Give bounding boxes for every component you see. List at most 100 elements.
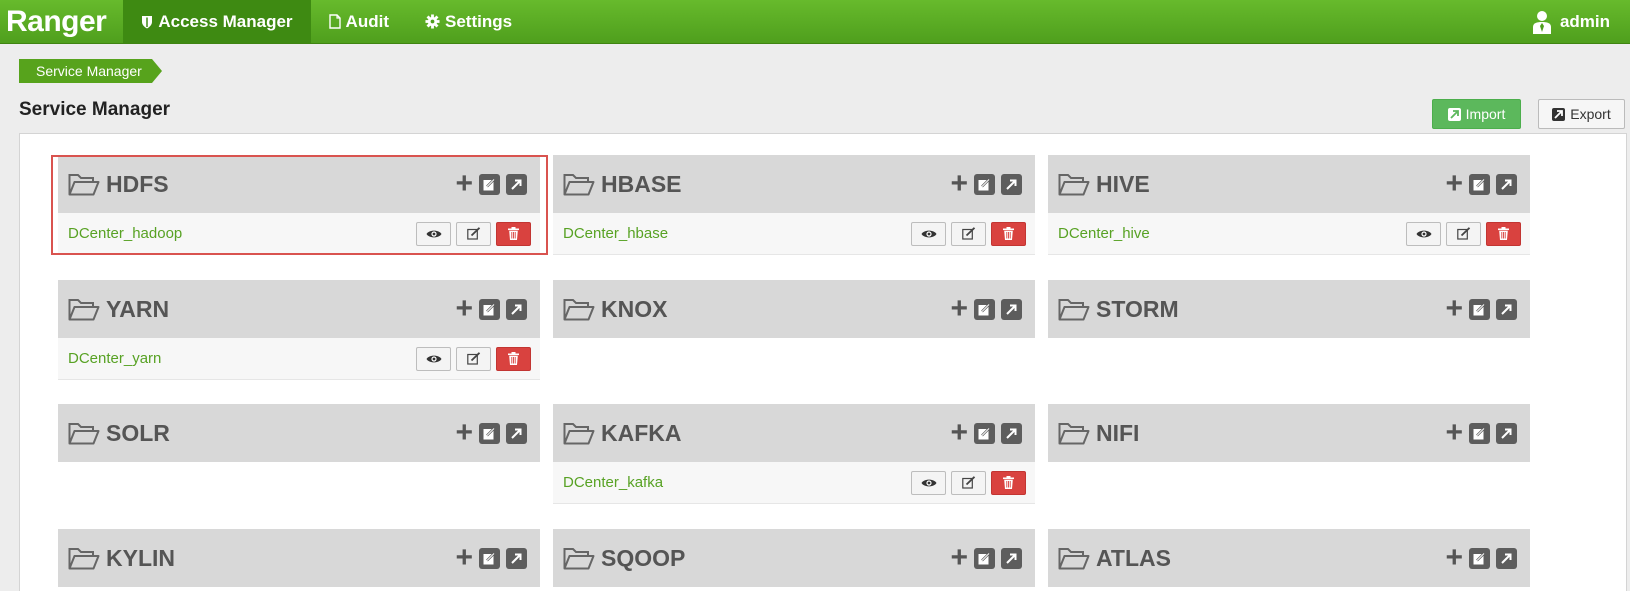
open-service-icon[interactable] <box>1496 547 1517 569</box>
add-service-icon[interactable]: + <box>1445 543 1463 573</box>
service-name: KYLIN <box>106 544 175 571</box>
add-service-icon[interactable]: + <box>455 294 473 324</box>
add-service-icon[interactable]: + <box>1445 418 1463 448</box>
service-repo-row: DCenter_kafka <box>553 462 1035 504</box>
service-card-knox: KNOX + <box>553 280 1035 338</box>
eye-icon <box>921 479 936 486</box>
repo-link[interactable]: DCenter_kafka <box>563 474 663 491</box>
service-card-kylin: KYLIN + <box>58 529 540 587</box>
edit-button[interactable] <box>456 221 491 246</box>
open-service-icon[interactable] <box>1496 173 1517 195</box>
edit-service-icon[interactable] <box>479 298 500 320</box>
open-service-icon[interactable] <box>1496 422 1517 444</box>
export-button[interactable]: Export <box>1538 99 1625 129</box>
user-icon <box>1532 10 1551 34</box>
folder-open-icon <box>1058 174 1090 196</box>
eye-icon <box>426 230 441 237</box>
nav-audit[interactable]: Audit <box>311 0 407 43</box>
edit-service-icon[interactable] <box>974 298 995 320</box>
import-button[interactable]: Import <box>1432 99 1521 129</box>
folder-open-icon <box>68 548 100 570</box>
add-service-icon[interactable]: + <box>455 418 473 448</box>
folder-open-icon <box>68 299 100 321</box>
edit-button[interactable] <box>1446 221 1481 246</box>
view-button[interactable] <box>911 221 946 246</box>
service-card-header: STORM + <box>1048 280 1530 338</box>
edit-service-icon[interactable] <box>1469 298 1490 320</box>
service-card-header: NIFI + <box>1048 404 1530 462</box>
brand-logo[interactable]: Ranger <box>0 0 123 43</box>
repo-link[interactable]: DCenter_yarn <box>68 350 161 367</box>
breadcrumb: Service Manager <box>19 59 162 83</box>
open-service-icon[interactable] <box>1001 298 1022 320</box>
edit-service-icon[interactable] <box>1469 173 1490 195</box>
delete-button[interactable] <box>991 221 1026 246</box>
edit-service-icon[interactable] <box>479 173 500 195</box>
service-card-header: SOLR + <box>58 404 540 462</box>
open-service-icon[interactable] <box>506 298 527 320</box>
add-service-icon[interactable]: + <box>950 418 968 448</box>
nav-access-manager-label: Access Manager <box>158 11 293 31</box>
folder-open-icon <box>68 174 100 196</box>
edit-button[interactable] <box>951 221 986 246</box>
open-service-icon[interactable] <box>1001 173 1022 195</box>
folder-open-icon <box>563 174 595 196</box>
delete-button[interactable] <box>496 346 531 371</box>
service-card-header: SQOOP + <box>553 529 1035 587</box>
folder-open-icon <box>1058 548 1090 570</box>
shield-icon <box>142 15 153 28</box>
view-button[interactable] <box>416 346 451 371</box>
open-service-icon[interactable] <box>1001 547 1022 569</box>
edit-service-icon[interactable] <box>1469 547 1490 569</box>
view-button[interactable] <box>911 470 946 495</box>
edit-icon <box>961 227 975 240</box>
trash-icon <box>1003 227 1014 240</box>
edit-button[interactable] <box>456 346 491 371</box>
add-service-icon[interactable]: + <box>950 543 968 573</box>
folder-open-icon <box>563 299 595 321</box>
open-service-icon[interactable] <box>1001 422 1022 444</box>
repo-link[interactable]: DCenter_hadoop <box>68 225 182 242</box>
service-name: SQOOP <box>601 544 686 571</box>
edit-service-icon[interactable] <box>974 173 995 195</box>
edit-service-icon[interactable] <box>974 422 995 444</box>
repo-link[interactable]: DCenter_hbase <box>563 225 668 242</box>
open-service-icon[interactable] <box>506 422 527 444</box>
folder-open-icon <box>1058 299 1090 321</box>
nav-settings[interactable]: Settings <box>407 0 530 43</box>
delete-button[interactable] <box>1486 221 1521 246</box>
view-button[interactable] <box>1406 221 1441 246</box>
nav-access-manager[interactable]: Access Manager <box>123 0 311 43</box>
add-service-icon[interactable]: + <box>455 543 473 573</box>
edit-service-icon[interactable] <box>479 547 500 569</box>
add-service-icon[interactable]: + <box>950 294 968 324</box>
open-service-icon[interactable] <box>506 173 527 195</box>
breadcrumb-service-manager[interactable]: Service Manager <box>19 59 162 83</box>
user-menu[interactable]: admin <box>1532 0 1630 43</box>
export-label: Export <box>1570 106 1611 122</box>
service-card-header: KYLIN + <box>58 529 540 587</box>
delete-button[interactable] <box>991 470 1026 495</box>
edit-service-icon[interactable] <box>479 422 500 444</box>
open-service-icon[interactable] <box>506 547 527 569</box>
edit-service-icon[interactable] <box>974 547 995 569</box>
service-card-header: YARN + <box>58 280 540 338</box>
service-card-header: HBASE + <box>553 155 1035 213</box>
service-name: STORM <box>1096 295 1179 322</box>
service-name: ATLAS <box>1096 544 1171 571</box>
edit-service-icon[interactable] <box>1469 422 1490 444</box>
add-service-icon[interactable]: + <box>1445 169 1463 199</box>
service-card-kafka: KAFKA + DCenter_kafka <box>553 404 1035 504</box>
add-service-icon[interactable]: + <box>1445 294 1463 324</box>
add-service-icon[interactable]: + <box>950 169 968 199</box>
repo-link[interactable]: DCenter_hive <box>1058 225 1150 242</box>
view-button[interactable] <box>416 221 451 246</box>
eye-icon <box>1416 230 1431 237</box>
delete-button[interactable] <box>496 221 531 246</box>
service-name: YARN <box>106 295 170 322</box>
edit-button[interactable] <box>951 470 986 495</box>
edit-icon <box>961 476 975 489</box>
open-service-icon[interactable] <box>1496 298 1517 320</box>
import-icon <box>1447 107 1461 121</box>
add-service-icon[interactable]: + <box>455 169 473 199</box>
